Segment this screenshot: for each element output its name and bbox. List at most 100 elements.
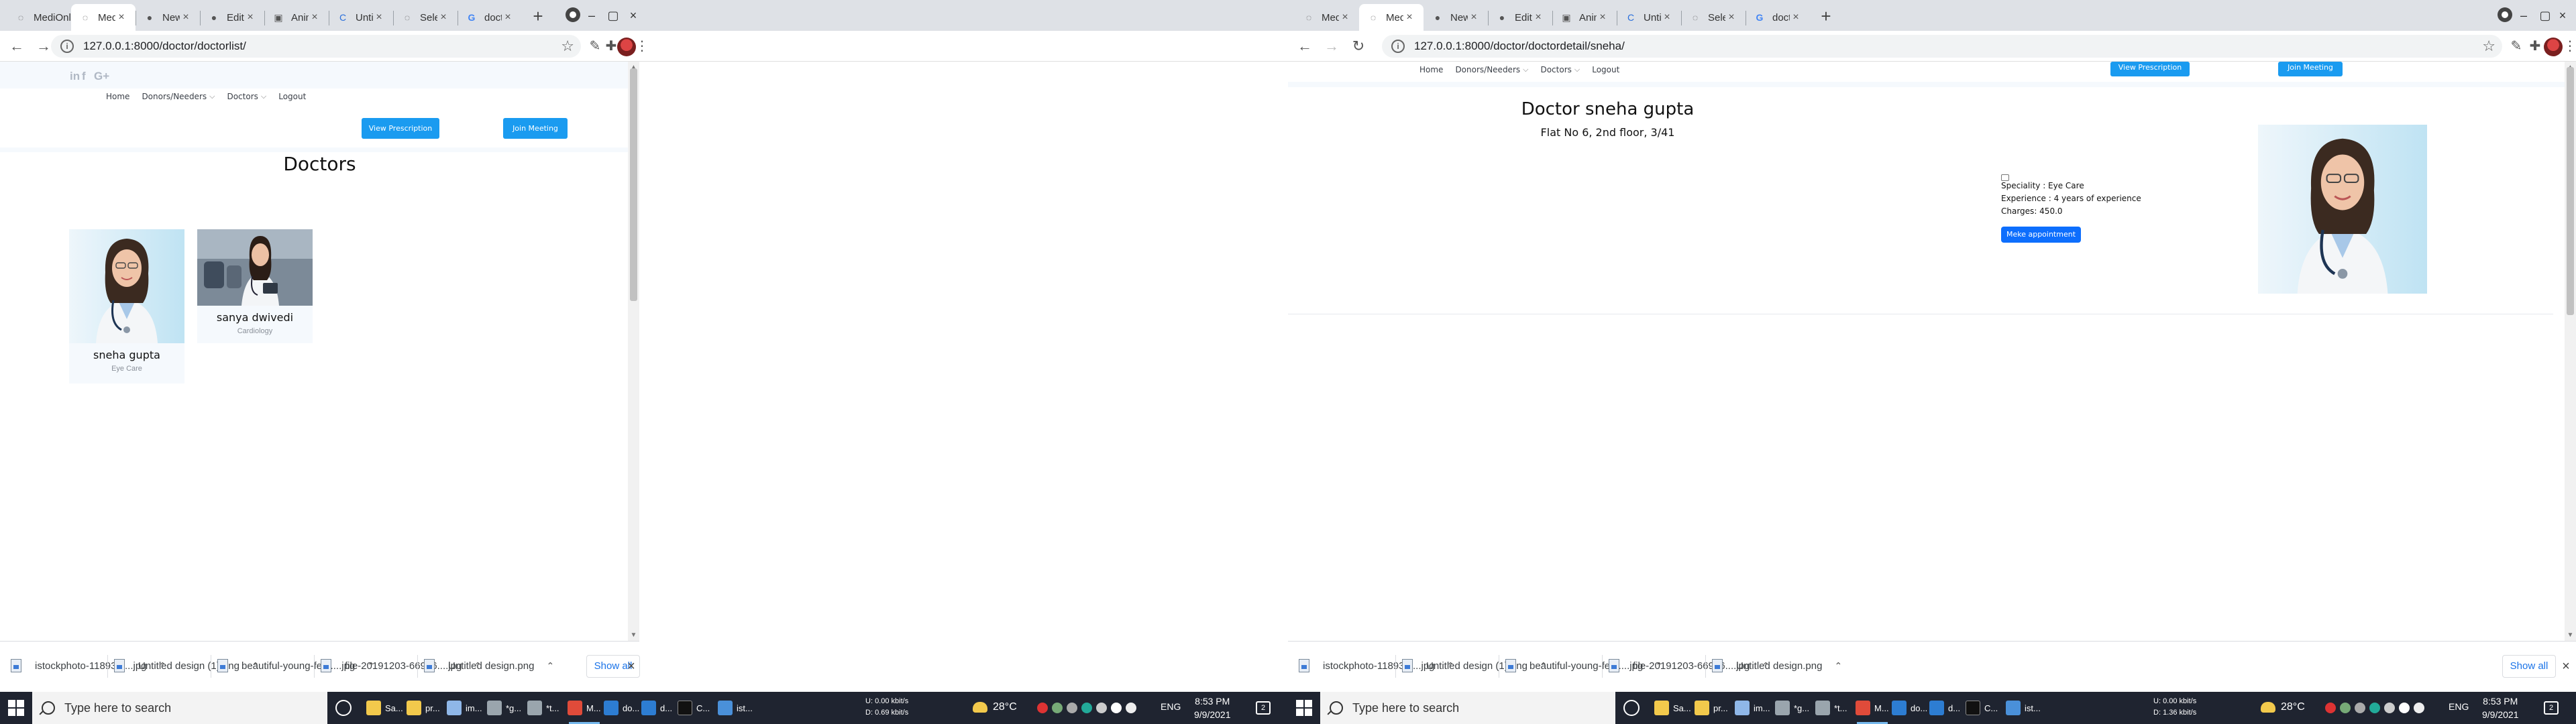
tab-animated-gif[interactable]: ▣ Animated GIF M × — [264, 4, 329, 31]
notification-icon[interactable]: 2 — [2544, 701, 2559, 715]
tab-select-doctor[interactable]: ◌ Select doctor to × — [1681, 4, 1746, 31]
weather-widget[interactable]: 28°C — [973, 701, 1017, 713]
antivirus-icon[interactable] — [1037, 703, 1048, 713]
puzzle-extension-icon[interactable]: ✚ — [2526, 38, 2544, 55]
tab-select-doctor[interactable]: ◌ Select doctor to × — [393, 4, 458, 31]
pen-extension-icon[interactable]: ✎ — [2508, 38, 2525, 55]
volume-icon[interactable] — [2414, 703, 2424, 713]
tray-icon[interactable] — [1052, 703, 1063, 713]
nav-logout[interactable]: Logout — [278, 92, 306, 101]
nav-logout[interactable]: Logout — [1592, 65, 1619, 74]
new-tab-button[interactable]: + — [1815, 5, 1837, 28]
facebook-icon[interactable]: f — [82, 70, 86, 83]
taskbar-app-explorer[interactable]: Sa... — [366, 695, 403, 721]
reload-button[interactable]: ↻ — [1347, 35, 1370, 58]
nav-donors[interactable]: Donors/Needers ⌵ — [1455, 65, 1528, 75]
tray-icon[interactable] — [2369, 703, 2380, 713]
scroll-down-arrow[interactable]: ▼ — [2565, 629, 2576, 641]
join-meeting-button[interactable]: Join Meeting — [503, 118, 568, 139]
taskbar-app-folder[interactable]: pr... — [1695, 695, 1728, 721]
taskbar-app-gimp[interactable]: *g... — [1775, 695, 1809, 721]
taskbar-app-photos[interactable]: ist... — [2006, 695, 2041, 721]
address-bar[interactable]: i 127.0.0.1:8000/doctor/doctordetail/sne… — [1382, 35, 2502, 58]
show-all-button[interactable]: Show all — [2502, 655, 2556, 678]
windows-start-icon[interactable] — [1296, 700, 1312, 716]
taskbar-app-terminal[interactable]: C... — [1966, 695, 1998, 721]
taskbar-search[interactable]: Type here to search — [32, 692, 327, 724]
taskbar-app-vscode-2[interactable]: d... — [1929, 695, 1960, 721]
info-icon[interactable]: i — [60, 40, 74, 53]
menu-dots-icon[interactable]: ⋮ — [2561, 38, 2576, 55]
taskbar-app-image[interactable]: im... — [1735, 695, 1770, 721]
taskbar-search[interactable]: Type here to search — [1320, 692, 1615, 724]
close-icon[interactable]: × — [309, 11, 321, 23]
wifi-icon[interactable] — [2399, 703, 2410, 713]
vertical-scrollbar[interactable]: ▲ ▼ — [628, 62, 639, 641]
bookmark-star-icon[interactable]: ☆ — [561, 38, 574, 55]
close-icon[interactable]: × — [1790, 11, 1802, 23]
clock[interactable]: 8:53 PM 9/9/2021 — [1194, 695, 1231, 721]
battery-icon[interactable] — [2384, 703, 2395, 713]
close-icon[interactable]: × — [1725, 11, 1737, 23]
tab-new-issue[interactable]: ● New Issue · varia × — [136, 4, 200, 31]
tab-medionline-2[interactable]: ◌ MediOnline × — [1359, 4, 1424, 31]
clock[interactable]: 8:53 PM 9/9/2021 — [2482, 695, 2519, 721]
close-icon[interactable]: × — [115, 11, 127, 23]
tray-icon[interactable] — [2355, 703, 2365, 713]
taskbar-app-photos[interactable]: ist... — [718, 695, 753, 721]
taskbar-app-image[interactable]: im... — [447, 695, 482, 721]
cortana-icon[interactable] — [1623, 700, 1640, 716]
tab-medionline-2[interactable]: ◌ MediOnline × — [71, 4, 136, 31]
taskbar-app-text[interactable]: *t... — [1815, 695, 1847, 721]
taskbar-app-folder[interactable]: pr... — [407, 695, 440, 721]
menu-dots-icon[interactable]: ⋮ — [633, 38, 651, 55]
antivirus-icon[interactable] — [2325, 703, 2336, 713]
chevron-up-icon[interactable]: ⌃ — [1834, 660, 1842, 672]
notification-icon[interactable]: 2 — [1256, 701, 1271, 715]
close-icon[interactable]: × — [373, 11, 385, 23]
close-icon[interactable]: × — [1597, 11, 1609, 23]
nav-doctors[interactable]: Doctors ⌵ — [1540, 65, 1580, 75]
download-item[interactable]: Untitled design.png ⌃ — [1712, 652, 1842, 679]
linkedin-icon[interactable]: in — [70, 70, 80, 83]
scroll-thumb[interactable] — [630, 68, 637, 301]
nav-donors[interactable]: Donors/Needers ⌵ — [142, 92, 215, 102]
tray-icon[interactable] — [2340, 703, 2351, 713]
address-bar[interactable]: i 127.0.0.1:8000/doctor/doctorlist/ ☆ — [51, 35, 581, 58]
close-icon[interactable]: × — [180, 11, 192, 23]
tab-medionline-1[interactable]: ◌ MediOnline × — [1295, 4, 1359, 31]
nav-doctors[interactable]: Doctors ⌵ — [227, 92, 266, 102]
back-button[interactable]: ← — [5, 35, 28, 58]
tab-untitled-design[interactable]: C Untitled design × — [329, 4, 393, 31]
window-close-button[interactable]: × — [2549, 4, 2576, 27]
nav-home[interactable]: Home — [106, 92, 129, 101]
tab-editing[interactable]: ● Editing medionlin × — [1488, 4, 1552, 31]
close-icon[interactable]: × — [621, 655, 641, 678]
close-icon[interactable]: × — [244, 11, 256, 23]
doctor-card-sanya[interactable]: sanya dwivedi Cardiology — [197, 229, 313, 343]
taskbar-app-chrome[interactable]: M... — [568, 695, 601, 724]
forward-button[interactable]: → — [1320, 35, 1343, 58]
taskbar-app-chrome[interactable]: M... — [1856, 695, 1889, 724]
taskbar-app-terminal[interactable]: C... — [678, 695, 710, 721]
wifi-icon[interactable] — [1111, 703, 1122, 713]
doctor-name[interactable]: sneha gupta — [69, 349, 184, 361]
windows-start-icon[interactable] — [8, 700, 24, 716]
chevron-up-icon[interactable]: ⌃ — [546, 660, 554, 672]
tab-doctor-picture[interactable]: G doctor picture - × — [1746, 4, 1810, 31]
close-icon[interactable]: × — [1403, 11, 1415, 23]
tab-untitled-design[interactable]: C Untitled design × — [1617, 4, 1681, 31]
tab-editing[interactable]: ● Editing medionlin × — [200, 4, 264, 31]
battery-icon[interactable] — [1096, 703, 1107, 713]
profile-avatar[interactable] — [2544, 38, 2563, 56]
close-icon[interactable]: × — [2556, 655, 2576, 678]
tab-doctor-picture[interactable]: G doctor picture - × — [458, 4, 522, 31]
taskbar-app-gimp[interactable]: *g... — [487, 695, 521, 721]
taskbar-app-text[interactable]: *t... — [527, 695, 559, 721]
doctor-name[interactable]: sanya dwivedi — [197, 311, 313, 324]
close-icon[interactable]: × — [1468, 11, 1480, 23]
back-button[interactable]: ← — [1293, 35, 1316, 58]
join-meeting-button[interactable]: Join Meeting — [2278, 62, 2343, 76]
doctor-card-sneha[interactable]: sneha gupta Eye Care — [69, 229, 184, 383]
weather-widget[interactable]: 28°C — [2261, 701, 2305, 713]
